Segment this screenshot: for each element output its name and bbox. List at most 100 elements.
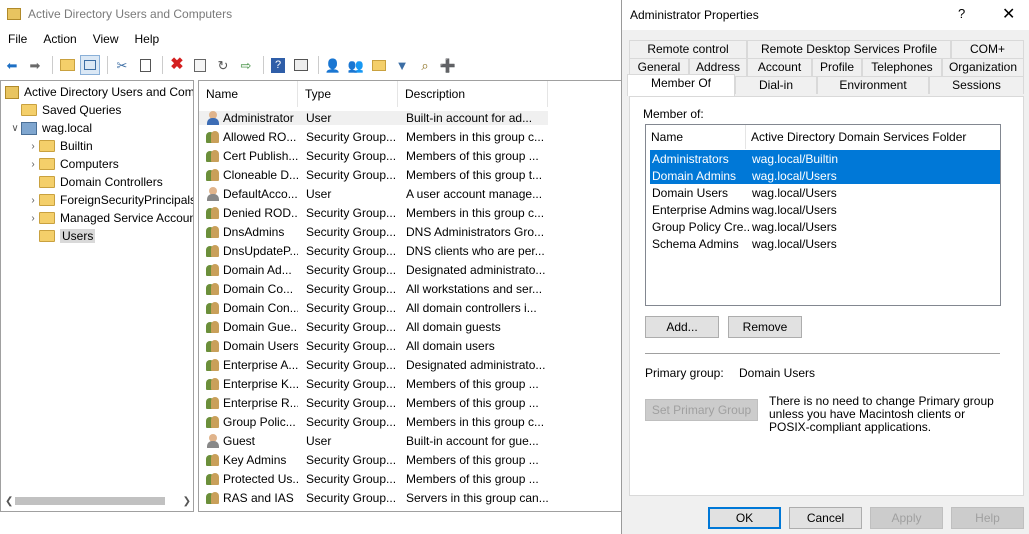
table-row[interactable]: Enterprise A... Security Group... Designat… [199,355,621,374]
tree-horizontal-scrollbar[interactable]: ❮ ❯ [1,493,193,510]
tree-domain[interactable]: ∨ wag.local [9,119,92,137]
menu-view[interactable]: View [85,30,127,50]
filter-icon[interactable]: ▼ [392,55,412,75]
table-row[interactable]: Guest User Built-in account for gue... [199,431,621,450]
table-row[interactable]: Key Admins Security Group... Members of th… [199,450,621,469]
column-name[interactable]: Name [199,81,298,107]
new-ou-icon[interactable] [369,55,389,75]
menu-file[interactable]: File [0,30,35,50]
column-group-name[interactable]: Name [646,125,746,149]
member-list-item[interactable]: Schema Admins wag.local/Users [650,235,1000,252]
tab-account[interactable]: Account [747,58,812,76]
tab-rds-profile[interactable]: Remote Desktop Services Profile [747,40,951,58]
member-list-item[interactable]: Domain Admins wag.local/Users [650,167,1000,184]
tab-telephones[interactable]: Telephones [862,58,942,76]
set-primary-group-button[interactable]: Set Primary Group [645,399,758,421]
apply-button[interactable]: Apply [870,507,943,529]
table-row[interactable]: Allowed RO... Security Group... Members in… [199,127,621,146]
member-folder: wag.local/Builtin [752,151,839,166]
table-row[interactable]: Domain Users Security Group... All domain … [199,336,621,355]
table-row[interactable]: DnsAdmins Security Group... DNS Administra… [199,222,621,241]
help-question-icon[interactable]: ? [958,6,965,21]
group-icon [206,339,220,353]
primary-group-value: Domain Users [739,366,816,380]
delete-icon[interactable]: ✖ [167,55,187,75]
table-row[interactable]: Protected Us... Security Group... Members … [199,469,621,488]
back-icon[interactable]: ⬅ [2,55,22,75]
scroll-thumb[interactable] [15,497,165,505]
expand-chevron-icon[interactable]: › [27,159,39,170]
find-icon[interactable]: ⌕ [415,55,435,75]
collapse-chevron-icon[interactable]: ∨ [9,123,21,134]
table-row[interactable]: Domain Con... Security Group... All domain… [199,298,621,317]
cancel-button[interactable]: Cancel [789,507,862,529]
remove-button[interactable]: Remove [728,316,802,338]
table-row[interactable]: Cert Publish... Security Group... Members … [199,146,621,165]
tree-computers[interactable]: › Computers [27,155,118,173]
add-button[interactable]: Add... [645,316,719,338]
table-row[interactable]: Enterprise K... Security Group... Members … [199,374,621,393]
expand-chevron-icon[interactable]: › [27,213,39,224]
tab-environment[interactable]: Environment [817,76,929,94]
add-to-group-icon[interactable]: ➕ [438,55,458,75]
table-row[interactable]: DnsUpdateP... Security Group... DNS client… [199,241,621,260]
cell-name: DnsAdmins [199,225,298,239]
menu-action[interactable]: Action [35,30,84,50]
table-row[interactable]: Denied ROD... Security Group... Members in… [199,203,621,222]
new-group-icon[interactable]: 👥 [346,55,366,75]
scroll-right-icon[interactable]: ❯ [183,496,191,507]
member-list-item[interactable]: Domain Users wag.local/Users [650,184,1000,201]
tab-remote-control[interactable]: Remote control [629,40,747,58]
tab-profile[interactable]: Profile [812,58,862,76]
properties-icon[interactable] [190,55,210,75]
cut-icon[interactable]: ✂ [112,55,132,75]
table-row[interactable]: Cloneable D... Security Group... Members o… [199,165,621,184]
row-name: DefaultAcco... [223,186,298,201]
table-row[interactable]: Enterprise R... Security Group... Members … [199,393,621,412]
scroll-left-icon[interactable]: ❮ [5,496,13,507]
tree-builtin[interactable]: › Builtin [27,137,92,155]
table-row[interactable]: Domain Ad... Security Group... Designated … [199,260,621,279]
column-description[interactable]: Description [398,81,548,107]
member-list-item[interactable]: Group Policy Cre... wag.local/Users [650,218,1000,235]
help-button[interactable]: Help [951,507,1024,529]
export-icon[interactable]: ⇨ [236,55,256,75]
close-icon[interactable]: ✕ [1002,4,1015,24]
table-row[interactable]: RAS and IAS ... Security Group... Servers … [199,488,621,507]
cell-name: Guest [199,433,298,448]
tree-domain-controllers[interactable]: Domain Controllers [27,173,163,191]
table-row[interactable]: Domain Co... Security Group... All worksta… [199,279,621,298]
show-tree-icon[interactable] [80,55,100,75]
tab-organization[interactable]: Organization [942,58,1024,76]
tree-root[interactable]: Active Directory Users and Com [5,83,193,101]
new-user-icon[interactable]: 👤 [323,55,343,75]
refresh-icon[interactable]: ↻ [213,55,233,75]
tree-users[interactable]: Users [27,227,96,245]
forward-icon[interactable]: ➡ [25,55,45,75]
aduc-app-icon [7,8,21,20]
tree-managed-service-accounts[interactable]: › Managed Service Accoun [27,209,193,227]
ok-button[interactable]: OK [708,507,781,529]
member-list-item[interactable]: Administrators wag.local/Builtin [650,150,1000,167]
tab-com-plus[interactable]: COM+ [951,40,1024,58]
member-list-item[interactable]: Enterprise Admins wag.local/Users [650,201,1000,218]
expand-chevron-icon[interactable]: › [27,141,39,152]
details-icon[interactable] [291,55,311,75]
table-row[interactable]: Administrator User Built-in account for ad… [199,108,621,127]
column-folder[interactable]: Active Directory Domain Services Folder [746,125,1000,149]
up-folder-icon[interactable] [57,55,77,75]
table-row[interactable]: Domain Gue... Security Group... All domain… [199,317,621,336]
tab-member-of[interactable]: Member Of [627,74,735,96]
tab-dial-in[interactable]: Dial-in [735,76,817,94]
table-row[interactable]: Group Polic... Security Group... Members i… [199,412,621,431]
menu-help[interactable]: Help [127,30,168,50]
expand-chevron-icon[interactable]: › [27,195,39,206]
tab-sessions[interactable]: Sessions [929,76,1024,94]
table-row[interactable]: DefaultAcco... User A user account manage.… [199,184,621,203]
tree-saved-queries[interactable]: Saved Queries [9,101,121,119]
help-icon[interactable]: ? [268,55,288,75]
member-folder: wag.local/Users [752,219,837,234]
tree-foreign-security-principals[interactable]: › ForeignSecurityPrincipals [27,191,193,209]
copy-icon[interactable] [135,55,155,75]
column-type[interactable]: Type [298,81,398,107]
